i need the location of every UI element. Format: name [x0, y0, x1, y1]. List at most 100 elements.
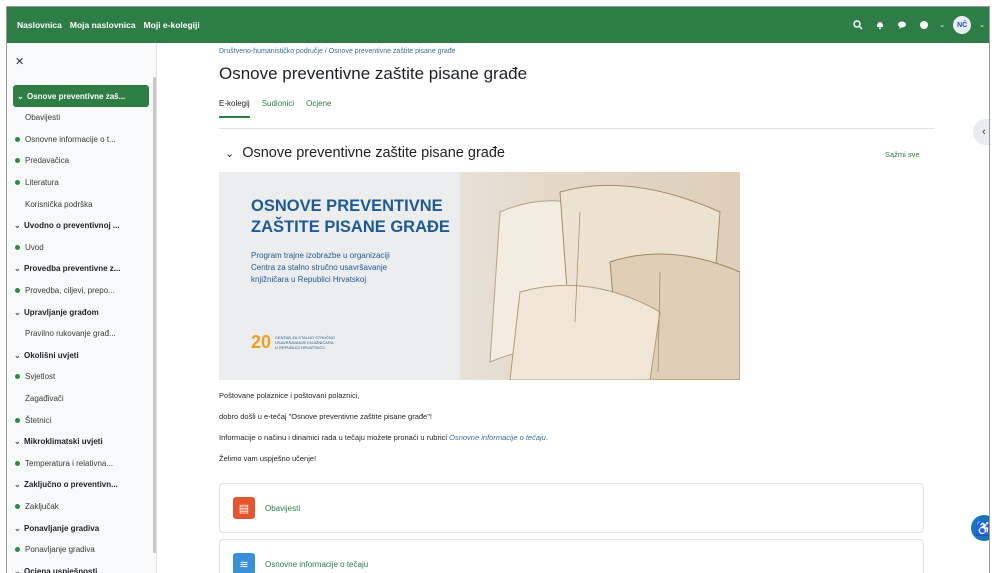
chevron-down-icon[interactable]: ⌄: [17, 92, 27, 101]
chevron-down-icon[interactable]: ⌄: [14, 351, 24, 360]
avatar[interactable]: NČ: [953, 16, 972, 34]
chevron-down-icon[interactable]: ⌄: [979, 21, 985, 29]
sidebar-item-label: Provedba preventivne z...: [24, 264, 121, 274]
top-navbar: Naslovnica Moja naslovnica Moji e-kolegi…: [7, 7, 989, 43]
sidebar-item-label: Okolišni uvjeti: [24, 350, 79, 360]
chevron-down-icon[interactable]: ⌄: [14, 480, 24, 489]
topbar-actions: ⌄ NČ ⌄: [851, 7, 985, 43]
books-illustration: [460, 172, 740, 380]
sidebar-item[interactable]: Ponavljanje gradiva: [7, 539, 153, 561]
chat-icon[interactable]: [895, 18, 909, 32]
sidebar-item-label: Štetnici: [25, 415, 52, 425]
closing-text: Želimo vam uspješno učenje!: [219, 454, 317, 463]
sidebar-item[interactable]: Pravilno rukovanje građ...: [7, 323, 153, 345]
activity-label[interactable]: Obavijesti: [265, 504, 300, 513]
welcome-text: dobro došli u e-tečaj "Osnove preventivn…: [219, 412, 432, 421]
logo-number: 20: [251, 332, 272, 352]
primary-nav: Naslovnica Moja naslovnica Moji e-kolegi…: [17, 7, 200, 43]
sidebar-item[interactable]: Zagađivači: [7, 388, 153, 410]
sidebar-item[interactable]: Zaključak: [7, 496, 153, 518]
bell-icon[interactable]: [873, 18, 887, 32]
tab-grades[interactable]: Ocjene: [306, 99, 331, 118]
logo-text: CENTAR ZA STALNO STRUČNO USAVRŠAVANJE KN…: [275, 335, 335, 350]
nav-dashboard[interactable]: Moja naslovnica: [70, 20, 136, 30]
chevron-left-icon: ‹: [982, 126, 986, 138]
completion-dot-icon: [15, 244, 20, 250]
sidebar-item[interactable]: Štetnici: [7, 409, 153, 431]
tab-participants[interactable]: Sudionici: [262, 99, 294, 118]
sidebar-item-label: Obavijesti: [25, 113, 61, 123]
sidebar-item[interactable]: Korisnička podrška: [7, 193, 153, 215]
sidebar-item[interactable]: Obavijesti: [7, 107, 153, 129]
chevron-down-icon[interactable]: ⌄: [14, 524, 24, 533]
welcome-greeting: Poštovane polaznice i poštovani polaznic…: [219, 391, 360, 400]
nav-home[interactable]: Naslovnica: [17, 20, 62, 30]
nav-my-courses[interactable]: Moji e-kolegiji: [144, 20, 200, 30]
activity-card-announcements[interactable]: ▤ Obavijesti: [219, 483, 924, 533]
tabs-divider: [219, 128, 935, 129]
page-title: Osnove preventivne zaštite pisane građe: [219, 64, 528, 83]
activity-card-course-info[interactable]: ≋ Osnovne informacije o tečaju: [219, 539, 924, 573]
sidebar-item[interactable]: Temperatura i relativna...: [7, 453, 153, 475]
sidebar-item[interactable]: ⌄ Ponavljanje gradiva: [7, 517, 153, 539]
info-text: Informacije o načinu i dinamici rada u t…: [219, 433, 548, 442]
section-header[interactable]: ⌄ Osnove preventivne zaštite pisane građ…: [225, 145, 505, 161]
completion-dot-icon: [15, 136, 20, 142]
sidebar-item[interactable]: ⌄ Zaključno o preventivn...: [7, 474, 153, 496]
chevron-down-icon[interactable]: ⌄: [14, 308, 24, 317]
banner-subtitle: Program trajne izobrazbe u organizaciji …: [251, 251, 390, 284]
cssu-logo: 20 CENTAR ZA STALNO STRUČNO USAVRŠAVANJE…: [251, 332, 335, 353]
completion-dot-icon: [15, 417, 20, 423]
sidebar-item[interactable]: Predavačica: [7, 150, 153, 172]
chevron-down-icon[interactable]: ⌄: [939, 21, 945, 29]
sidebar-item[interactable]: Literatura: [7, 172, 153, 194]
page-icon: ≋: [233, 553, 255, 573]
completion-dot-icon: [15, 547, 20, 553]
sidebar-item[interactable]: ⌄ Provedba preventivne z...: [7, 258, 153, 280]
breadcrumb[interactable]: Društveno-humanističko područje / Osnove…: [219, 48, 456, 55]
completion-dot-icon: [15, 180, 20, 186]
completion-dot-icon: [15, 503, 20, 509]
sidebar-item[interactable]: Osnovne informacije o t...: [7, 129, 153, 151]
sidebar-item[interactable]: Provedba, ciljevi, prepo...: [7, 280, 153, 302]
sidebar-item[interactable]: Svjetlost: [7, 366, 153, 388]
sidebar-item-label: Osnovne informacije o t...: [25, 134, 116, 144]
sidebar-item-label: Pravilno rukovanje građ...: [25, 329, 116, 339]
chevron-down-icon[interactable]: ⌄: [14, 264, 24, 273]
sidebar-item-label: Upravljanje građom: [24, 307, 99, 317]
accessibility-icon[interactable]: ♿: [971, 515, 989, 541]
chevron-down-icon[interactable]: ⌄: [14, 437, 24, 446]
collapse-all-link[interactable]: Sažmi sve: [885, 150, 920, 159]
close-icon[interactable]: ✕: [15, 55, 24, 68]
activity-label[interactable]: Osnovne informacije o tečaju: [265, 560, 368, 569]
sidebar-item[interactable]: ⌄ Okolišni uvjeti: [7, 345, 153, 367]
sidebar-item[interactable]: ⌄ Mikroklimatski uvjeti: [7, 431, 153, 453]
chevron-down-icon[interactable]: ⌄: [225, 147, 234, 160]
tab-course[interactable]: E-kolegij: [219, 99, 250, 118]
sidebar-item-label: Ponavljanje gradiva: [24, 523, 100, 533]
chevron-down-icon[interactable]: ⌄: [14, 221, 24, 230]
sidebar-item-label: Provedba, ciljevi, prepo...: [25, 286, 115, 296]
sidebar-item[interactable]: ⌄ Ocjena uspješnosti: [7, 560, 153, 573]
sidebar-item[interactable]: ⌄ Osnove preventivne zaš...: [13, 85, 149, 107]
sidebar-item-label: Ocjena uspješnosti: [24, 566, 98, 573]
chevron-down-icon[interactable]: ⌄: [14, 567, 24, 573]
course-tabs: E-kolegij Sudionici Ocjene: [219, 99, 332, 118]
sidebar-item[interactable]: ⌄ Uvodno o preventivnoj ...: [7, 215, 153, 237]
search-icon[interactable]: [851, 18, 865, 32]
info-link[interactable]: Osnovne informacije o tečaju: [449, 433, 546, 442]
sidebar-item-label: Temperatura i relativna...: [25, 458, 114, 468]
completion-dot-icon: [15, 158, 20, 164]
help-icon[interactable]: [917, 18, 931, 32]
block-drawer-toggle[interactable]: ‹: [973, 119, 989, 145]
sidebar-item-label: Zaključno o preventivn...: [24, 480, 118, 490]
course-index-drawer: ✕ ⌄ Osnove preventivne zaš... Obavijesti Os…: [7, 43, 157, 573]
sidebar-item[interactable]: Uvod: [7, 237, 153, 259]
sidebar-item-label: Korisnička podrška: [25, 199, 93, 209]
sidebar-item-label: Mikroklimatski uvjeti: [24, 437, 103, 447]
sidebar-item[interactable]: ⌄ Upravljanje građom: [7, 301, 153, 323]
sidebar-item-label: Uvodno o preventivnoj ...: [24, 221, 120, 231]
sidebar-item-label: Predavačica: [25, 156, 70, 166]
course-banner-image: OSNOVE PREVENTIVNE ZAŠTITE PISANE GRAĐE …: [219, 172, 740, 380]
browser-frame: Naslovnica Moja naslovnica Moji e-kolegi…: [6, 6, 990, 573]
